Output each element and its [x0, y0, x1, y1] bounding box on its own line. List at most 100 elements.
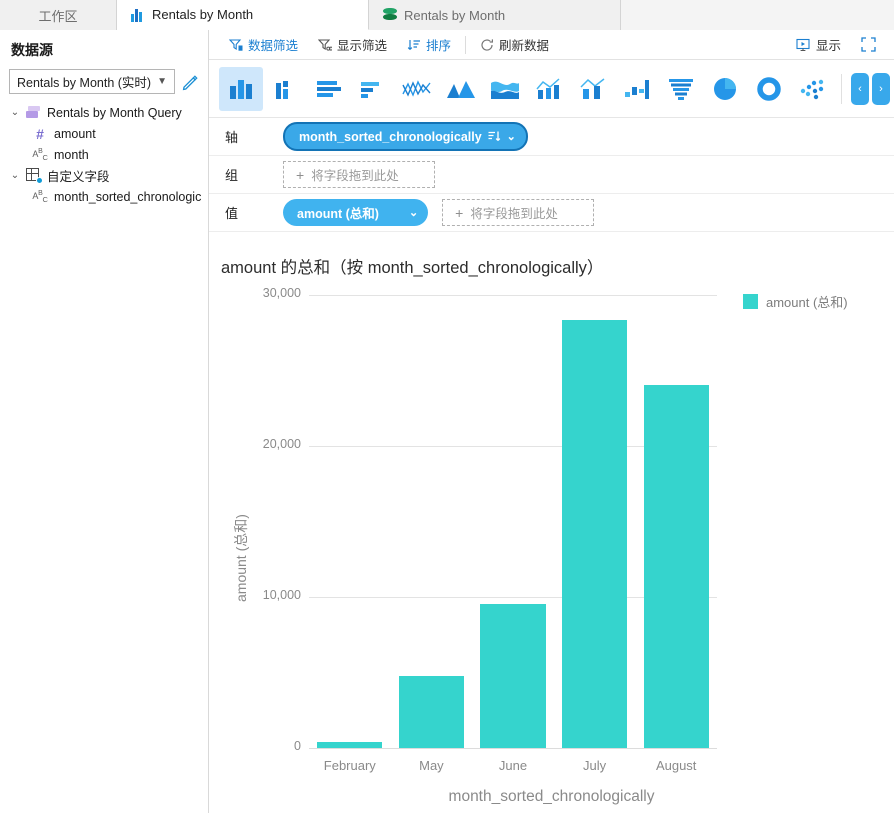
- tab-workspace-label: 工作区: [38, 6, 77, 25]
- chevron-right-icon: ›: [879, 83, 883, 95]
- refresh-icon: [480, 38, 494, 52]
- axis-field-pill[interactable]: month_sorted_chronologically ⌄: [283, 122, 528, 151]
- group-dropzone[interactable]: + 将字段拖到此处: [283, 161, 435, 188]
- chart-type-scatter-chart[interactable]: [791, 67, 835, 111]
- main-body: 数据源 Rentals by Month (实时) ▼ ⌄ Rentals by…: [0, 30, 894, 813]
- data-filter-button[interactable]: 数据筛选: [219, 31, 308, 59]
- chart-gridline: [309, 295, 717, 296]
- tab-rentals-by-month-chart-label: Rentals by Month: [152, 7, 253, 22]
- chart-type-column-chart[interactable]: [219, 67, 263, 111]
- chart-bar[interactable]: [399, 676, 464, 748]
- tab-bar: 工作区 Rentals by Month Rentals by Month: [0, 0, 894, 30]
- tree-node-custom-fields[interactable]: ⌄ 自定义字段: [9, 165, 199, 186]
- chevron-down-icon[interactable]: ⌄: [9, 107, 21, 118]
- x-axis-tick-label: July: [554, 758, 636, 773]
- chart-bar[interactable]: [644, 385, 709, 748]
- chart-type-divider: [841, 74, 842, 104]
- chart-type-grouped-column-chart[interactable]: [263, 67, 307, 111]
- shelf-group-label: 组: [225, 165, 283, 184]
- chart-type-stacked-area-chart[interactable]: [483, 67, 527, 111]
- chart-type-area-chart[interactable]: [439, 67, 483, 111]
- table-icon: [26, 106, 42, 120]
- y-axis-title: amount (总和): [231, 514, 251, 602]
- chevron-down-icon: ▼: [157, 76, 167, 87]
- chart-axis-baseline: [309, 748, 717, 749]
- text-field-icon: ABC: [31, 148, 49, 162]
- chart-type-bar-chart[interactable]: [307, 67, 351, 111]
- chart-type-grouped-bar-chart[interactable]: [351, 67, 395, 111]
- chart-type-donut-chart[interactable]: [747, 67, 791, 111]
- chart-type-funnel-chart[interactable]: [659, 67, 703, 111]
- datasource-select-value: Rentals by Month (实时): [17, 72, 151, 91]
- y-axis-tick-label: 0: [241, 739, 301, 753]
- x-axis-tick-label: August: [635, 758, 717, 773]
- pencil-icon[interactable]: [181, 73, 199, 91]
- display-label: 显示: [816, 35, 841, 54]
- chart-bar[interactable]: [480, 604, 545, 748]
- app-window: 工作区 Rentals by Month Rentals by Month 数据…: [0, 0, 894, 813]
- plus-icon: +: [455, 206, 463, 220]
- chart-bar[interactable]: [562, 320, 627, 748]
- expand-icon: [861, 37, 876, 52]
- chart-type-strip: ‹ ›: [209, 60, 894, 118]
- chart-legend: amount (总和): [743, 292, 848, 311]
- tab-rentals-by-month-data-label: Rentals by Month: [404, 8, 505, 23]
- toolbar-divider: [465, 36, 466, 54]
- tab-bar-filler: [621, 0, 894, 30]
- legend-swatch: [743, 294, 758, 309]
- main-pane: 数据筛选 显示筛选 排序: [209, 30, 894, 813]
- tab-rentals-by-month-data[interactable]: Rentals by Month: [369, 0, 621, 30]
- chart-type-combo-line-column-chart[interactable]: [527, 67, 571, 111]
- group-dropzone-label: 将字段拖到此处: [311, 165, 399, 184]
- sidebar-title: 数据源: [11, 40, 199, 60]
- x-axis-title: month_sorted_chronologically: [209, 788, 894, 806]
- refresh-data-button[interactable]: 刷新数据: [470, 31, 559, 59]
- chevron-left-icon: ‹: [858, 83, 862, 95]
- chart-plot[interactable]: 010,00020,00030,000amount (总和)FebruaryMa…: [209, 232, 894, 813]
- chevron-down-icon[interactable]: ⌄: [409, 206, 418, 219]
- value-dropzone[interactable]: + 将字段拖到此处: [442, 199, 594, 226]
- datasource-select[interactable]: Rentals by Month (实时) ▼: [9, 69, 175, 94]
- tree-node-month[interactable]: ABC month: [9, 144, 199, 165]
- x-axis-tick-label: February: [309, 758, 391, 773]
- chart-type-waterfall-chart[interactable]: [615, 67, 659, 111]
- shelf-value-label: 值: [225, 203, 283, 222]
- legend-label: amount (总和): [766, 292, 848, 311]
- tree-node-label: month_sorted_chronologic: [54, 190, 201, 204]
- chevron-down-icon[interactable]: ⌄: [9, 170, 21, 181]
- tab-workspace[interactable]: 工作区: [0, 0, 117, 30]
- value-field-pill[interactable]: amount (总和) ⌄: [283, 199, 428, 226]
- tree-node-rentals-by-month-query[interactable]: ⌄ Rentals by Month Query: [9, 102, 199, 123]
- x-axis-tick-label: May: [391, 758, 473, 773]
- data-filter-icon: [229, 38, 243, 52]
- chart-bar[interactable]: [317, 742, 382, 748]
- datasource-sidebar: 数据源 Rentals by Month (实时) ▼ ⌄ Rentals by…: [0, 30, 209, 813]
- chart-type-pie-chart[interactable]: [703, 67, 747, 111]
- tree-node-month-sorted-chronologically[interactable]: ABC month_sorted_chronologic: [9, 186, 199, 207]
- fullscreen-button[interactable]: [851, 31, 886, 59]
- chart-toolbar: 数据筛选 显示筛选 排序: [209, 30, 894, 60]
- tab-rentals-by-month-chart[interactable]: Rentals by Month: [117, 0, 369, 30]
- tree-node-label: 自定义字段: [47, 166, 110, 185]
- value-dropzone-label: 将字段拖到此处: [470, 203, 558, 222]
- value-field-pill-label: amount (总和): [297, 203, 379, 222]
- display-filter-label: 显示筛选: [337, 35, 387, 54]
- chart-type-next-button[interactable]: ›: [872, 73, 890, 105]
- x-axis-tick-label: June: [472, 758, 554, 773]
- shelf-axis-label: 轴: [225, 127, 283, 146]
- chart-type-line-chart[interactable]: [395, 67, 439, 111]
- shelf-value: 值 amount (总和) ⌄ + 将字段拖到此处: [209, 194, 894, 232]
- sort-icon: [407, 38, 421, 52]
- display-filter-button[interactable]: 显示筛选: [308, 31, 397, 59]
- chart-type-combo-line-bar-chart[interactable]: [571, 67, 615, 111]
- sort-button[interactable]: 排序: [397, 31, 461, 59]
- chart-type-prev-button[interactable]: ‹: [851, 73, 869, 105]
- tree-node-label: Rentals by Month Query: [47, 106, 182, 120]
- tree-node-amount[interactable]: # amount: [9, 123, 199, 144]
- datasource-select-row: Rentals by Month (实时) ▼: [9, 69, 199, 94]
- chevron-down-icon[interactable]: ⌄: [507, 130, 516, 143]
- bar-chart-icon: [131, 8, 145, 22]
- display-filter-icon: [318, 38, 332, 52]
- display-button[interactable]: 显示: [786, 31, 851, 59]
- tree-node-label: amount: [54, 127, 96, 141]
